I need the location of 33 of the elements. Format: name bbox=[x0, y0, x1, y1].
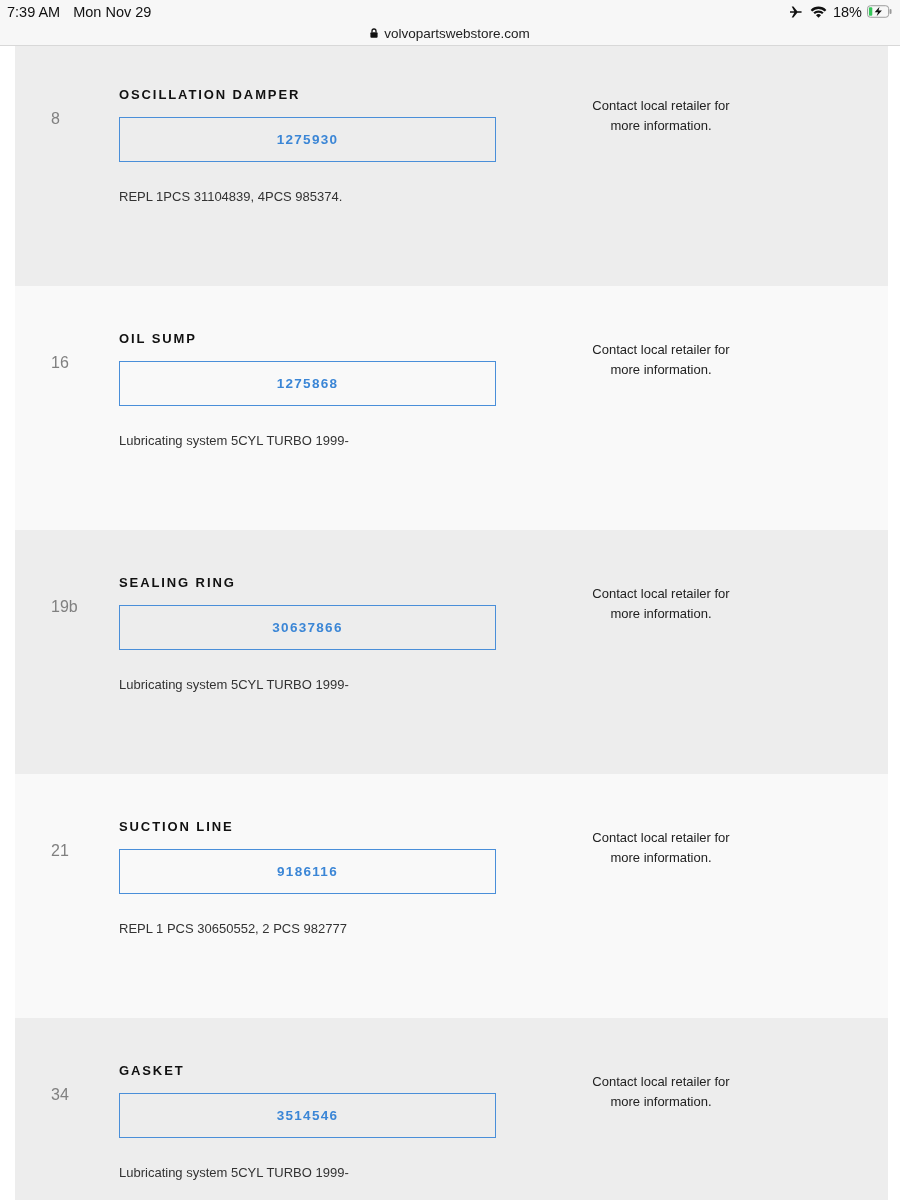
part-number-button[interactable]: 1275930 bbox=[119, 117, 496, 162]
battery-percent: 18% bbox=[832, 3, 862, 20]
lock-icon bbox=[370, 28, 379, 38]
availability-text: Contact local retailer for more information. bbox=[591, 1073, 731, 1111]
part-number-button[interactable]: 9186116 bbox=[119, 849, 496, 894]
part-name: OIL SUMP bbox=[119, 331, 197, 347]
part-note: Lubricating system 5CYL TURBO 1999- bbox=[119, 677, 349, 693]
part-name: SUCTION LINE bbox=[119, 819, 234, 835]
part-number-button[interactable]: 30637866 bbox=[119, 605, 496, 650]
airplane-icon bbox=[788, 5, 803, 18]
part-note: REPL 1PCS 31104839, 4PCS 985374. bbox=[119, 189, 343, 205]
diagram-reference-number: 16 bbox=[51, 355, 69, 371]
availability-text: Contact local retailer for more information. bbox=[591, 341, 731, 379]
url-text[interactable]: volvopartswebstore.com bbox=[384, 25, 530, 41]
diagram-reference-number: 34 bbox=[51, 1087, 69, 1103]
availability-text: Contact local retailer for more information. bbox=[591, 829, 731, 867]
part-number-button[interactable]: 1275868 bbox=[119, 361, 496, 406]
battery-charging-icon bbox=[867, 5, 892, 18]
status-time: 7:39 AM bbox=[7, 3, 61, 20]
wifi-icon bbox=[809, 5, 827, 18]
part-name: SEALING RING bbox=[119, 575, 236, 591]
availability-text: Contact local retailer for more information. bbox=[591, 585, 731, 623]
diagram-reference-number: 19b bbox=[51, 599, 78, 615]
part-note: Lubricating system 5CYL TURBO 1999- bbox=[119, 1165, 349, 1181]
part-number-button[interactable]: 3514546 bbox=[119, 1093, 496, 1138]
part-name: OSCILLATION DAMPER bbox=[119, 87, 301, 103]
diagram-reference-number: 8 bbox=[51, 111, 60, 127]
diagram-reference-number: 21 bbox=[51, 843, 69, 859]
part-note: REPL 1 PCS 30650552, 2 PCS 982777 bbox=[119, 921, 347, 937]
part-name: GASKET bbox=[119, 1063, 185, 1079]
part-note: Lubricating system 5CYL TURBO 1999- bbox=[119, 433, 349, 449]
status-date: Mon Nov 29 bbox=[73, 3, 152, 20]
availability-text: Contact local retailer for more information. bbox=[591, 97, 731, 135]
